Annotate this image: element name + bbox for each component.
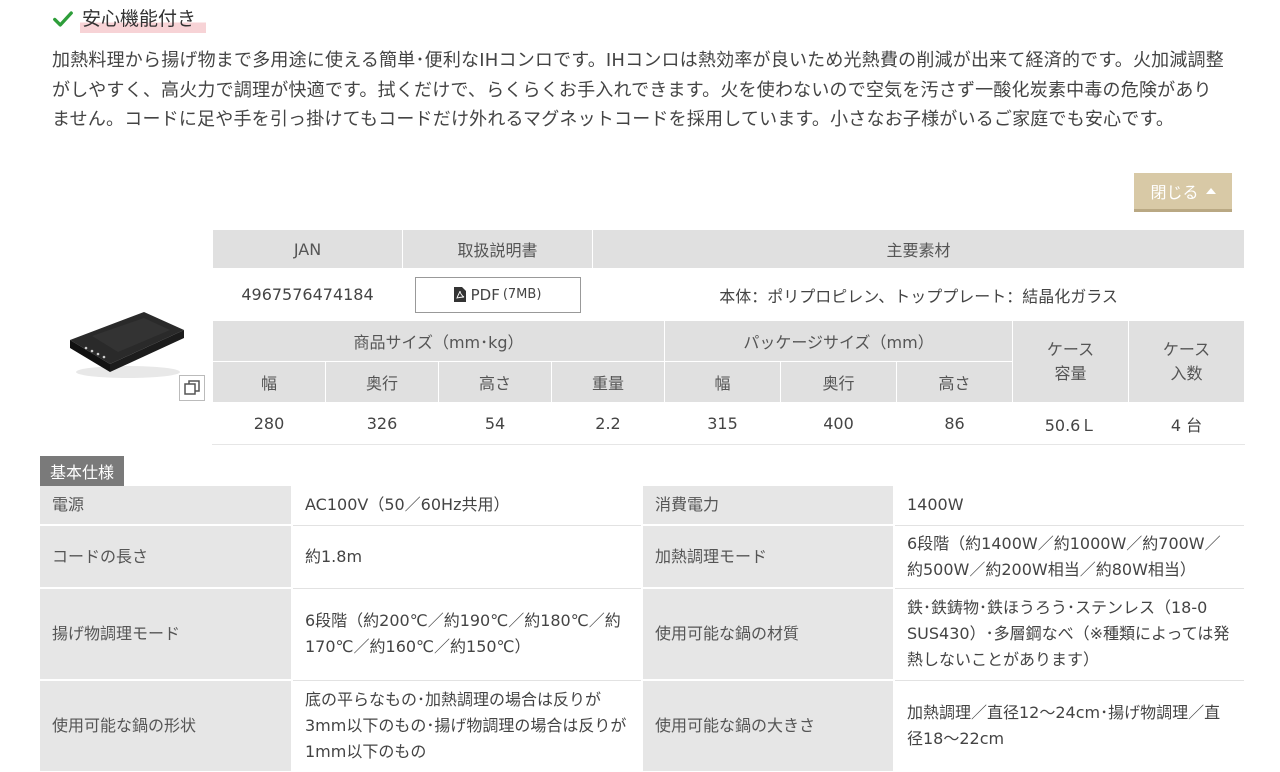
size-width-value: 280	[212, 402, 326, 445]
spec-value: 加熱調理／直径12〜24cm･揚げ物調理／直径18〜22cm	[894, 680, 1244, 772]
close-button-label: 閉じる	[1150, 183, 1199, 202]
spec-row: 電源 AC100V（50／60Hz共用） 消費電力 1400W	[40, 486, 1244, 526]
spec-key: 電源	[40, 486, 293, 526]
size-width-header: 幅	[212, 361, 326, 403]
size-weight-value: 2.2	[551, 402, 665, 445]
pdf-size: (7MB)	[502, 287, 542, 302]
spec-key: 使用可能な鍋の大きさ	[642, 680, 895, 772]
spec-key: コードの長さ	[40, 525, 293, 589]
material-header: 主要素材	[592, 229, 1246, 269]
feature-description: 加熱料理から揚げ物まで多用途に使える簡単･便利なIHコンロです。IHコンロは熱効…	[52, 50, 1224, 131]
spec-table: 電源 AC100V（50／60Hz共用） 消費電力 1400W コードの長さ 約…	[40, 486, 1244, 772]
close-button[interactable]: 閉じる	[1134, 173, 1232, 212]
manual-header: 取扱説明書	[402, 229, 594, 269]
pdf-label: PDF	[470, 285, 500, 304]
spec-row: コードの長さ 約1.8m 加熱調理モード 6段階（約1400W／約1000W／約…	[40, 525, 1244, 589]
spec-row: 使用可能な鍋の形状 底の平らなもの･加熱調理の場合は反りが3mm以下のもの･揚げ…	[40, 680, 1244, 772]
package-depth-value: 400	[780, 402, 897, 445]
feature-heading: 安心機能付き	[52, 4, 207, 34]
spec-row: 揚げ物調理モード 6段階（約200℃／約190℃／約180℃／約170℃／約16…	[40, 588, 1244, 681]
spec-value: 鉄･鉄鋳物･鉄ほうろう･ステンレス（18-0 SUS430）･多層鋼なべ（※種類…	[894, 588, 1244, 681]
case-count-value: 4 台	[1128, 402, 1246, 445]
package-height-value: 86	[895, 402, 1014, 445]
feature-title: 安心機能付き	[80, 5, 207, 33]
check-icon	[53, 11, 73, 27]
size-depth-header: 奥行	[325, 361, 439, 403]
pdf-download-button[interactable]: PDF (7MB)	[414, 276, 581, 313]
package-width-value: 315	[664, 402, 781, 445]
size-weight-header: 重量	[551, 361, 665, 403]
package-depth-header: 奥行	[780, 361, 897, 403]
case-capacity-header-line1: ケース	[1046, 339, 1095, 359]
spec-key: 消費電力	[642, 486, 895, 526]
product-table: JAN 取扱説明書 主要素材 4967576474184 PDF (7MB) 本…	[211, 229, 1246, 321]
size-height-value: 54	[438, 402, 552, 445]
spec-value: 底の平らなもの･加熱調理の場合は反りが3mm以下のもの･揚げ物調理の場合は反りが…	[292, 680, 643, 772]
spec-value: 6段階（約1400W／約1000W／約700W／約500W／約200W相当／約8…	[894, 525, 1244, 589]
size-table: 商品サイズ（mm･kg） パッケージサイズ（mm） ケース 容量 ケース 入数 …	[212, 320, 1246, 445]
spec-value: 約1.8m	[292, 525, 643, 589]
spec-key: 使用可能な鍋の材質	[642, 588, 895, 681]
product-image	[70, 312, 184, 378]
spec-value: 6段階（約200℃／約190℃／約180℃／約170℃／約160℃／約150℃）	[292, 588, 643, 681]
jan-header: JAN	[211, 229, 404, 269]
size-depth-value: 326	[325, 402, 439, 445]
caret-up-icon	[1205, 188, 1216, 194]
case-count-header-line2: 入数	[1170, 363, 1203, 383]
pdf-file-icon	[453, 287, 466, 302]
package-width-header: 幅	[664, 361, 781, 403]
size-height-header: 高さ	[438, 361, 552, 403]
product-size-header: 商品サイズ（mm･kg）	[212, 320, 665, 362]
spec-key: 揚げ物調理モード	[40, 588, 293, 681]
package-size-header: パッケージサイズ（mm）	[663, 320, 1014, 362]
spec-key: 加熱調理モード	[642, 525, 895, 589]
spec-value: 1400W	[894, 486, 1244, 526]
copy-button[interactable]	[179, 375, 205, 401]
case-capacity-value: 50.6Ｌ	[1012, 402, 1130, 445]
case-count-header-line1: ケース	[1162, 339, 1211, 359]
jan-value: 4967576474184	[211, 268, 404, 321]
copy-icon	[184, 380, 200, 395]
case-capacity-header-line2: 容量	[1054, 363, 1087, 383]
spec-value: AC100V（50／60Hz共用）	[292, 486, 643, 526]
package-height-header: 高さ	[895, 361, 1014, 403]
spec-key: 使用可能な鍋の形状	[40, 680, 293, 772]
case-capacity-header: ケース 容量	[1012, 320, 1130, 403]
case-count-header: ケース 入数	[1128, 320, 1246, 403]
manual-cell: PDF (7MB)	[402, 268, 594, 321]
spec-tag: 基本仕様	[40, 456, 125, 486]
material-value: 本体：ポリプロピレン、トッププレート：結晶化ガラス	[592, 268, 1246, 321]
